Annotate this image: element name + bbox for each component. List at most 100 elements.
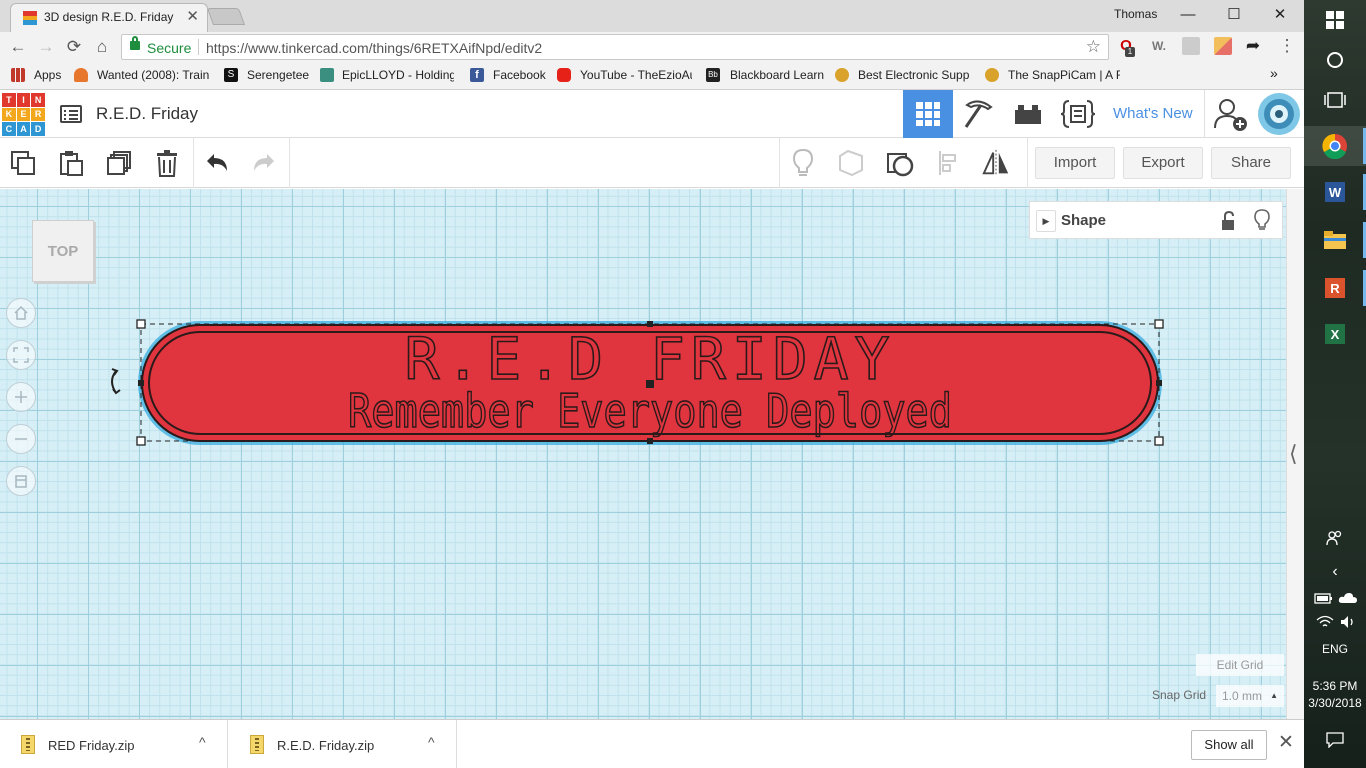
export-button[interactable]: Export [1123,147,1203,179]
copy-button[interactable] [8,148,38,178]
show-all-button[interactable] [788,148,818,178]
apps-grid-icon [11,68,25,82]
ortho-view-button[interactable] [6,466,36,496]
tinkercad-logo[interactable]: T I N K E R C A D [2,93,45,136]
download-menu-button[interactable]: ^ [199,734,206,750]
resize-handle[interactable] [136,319,146,329]
bookmark-facebook[interactable]: Facebook [493,68,546,82]
group-button[interactable] [836,148,866,178]
url-text[interactable]: https://www.tinkercad.com/things/6RETXAi… [206,40,542,56]
tray-network-volume[interactable] [1310,612,1360,632]
share-button[interactable]: Share [1211,147,1291,179]
align-button[interactable] [935,148,965,178]
resize-handle[interactable] [136,436,146,446]
snap-grid-select[interactable]: 1.0 mm ▲ [1216,685,1284,707]
action-center-button[interactable] [1304,720,1366,760]
design-title[interactable]: R.E.D. Friday [96,104,198,124]
zoom-in-button[interactable] [6,382,36,412]
expand-shape-panel-button[interactable]: ▶ [1036,210,1056,232]
delete-button[interactable] [152,148,182,178]
bookmark-serengetee[interactable]: Serengetee [247,68,309,82]
forward-icon[interactable]: → [35,36,57,58]
bookmark-electronic[interactable]: Best Electronic Suppli [858,68,970,82]
bookmark-youtube[interactable]: YouTube - TheEzioAu [580,68,692,82]
input-language[interactable]: ENG [1304,640,1366,658]
taskbar-word[interactable]: W [1304,172,1366,212]
show-hidden-icons-button[interactable]: ‹ [1304,552,1366,592]
bricks-view-button[interactable] [1003,90,1053,138]
rotate-handle-icon[interactable] [111,368,121,395]
paste-button[interactable] [56,148,86,178]
import-button[interactable]: Import [1035,147,1115,179]
omnibox[interactable]: Secure https://www.tinkercad.com/things/… [121,34,1109,60]
taskbar-file-explorer[interactable] [1304,220,1366,260]
view-cube[interactable]: TOP [32,220,94,282]
clock-date[interactable]: 3/30/2018 [1304,696,1366,712]
workplane[interactable]: TOP R.E.D FRIDAY Remember Everyone Deplo… [0,189,1286,719]
taskbar-chrome[interactable] [1304,126,1366,166]
tray-battery-onedrive[interactable] [1310,588,1360,608]
bookmarks-overflow-button[interactable]: » [1270,65,1278,81]
zoom-out-button[interactable] [6,424,36,454]
visibility-lightbulb-icon[interactable] [1253,209,1271,231]
pdf-extension-icon[interactable] [1182,37,1200,55]
chrome-menu-icon[interactable]: ⋮ [1278,37,1296,55]
ungroup-button[interactable] [885,148,915,178]
download-menu-button[interactable]: ^ [428,734,435,750]
resize-handle[interactable] [1156,380,1162,386]
taskbar-roblox[interactable]: R [1304,268,1366,308]
close-window-button[interactable]: ✕ [1257,2,1303,28]
reload-icon[interactable]: ⟳ [63,36,85,58]
browser-tab-active[interactable]: 3D design R.E.D. Friday | T ✕ [10,3,208,32]
user-avatar[interactable] [1254,90,1304,138]
start-button[interactable] [1304,0,1366,40]
whats-new-link[interactable]: What's New [1113,105,1193,122]
taskbar-excel[interactable]: X [1304,314,1366,354]
new-tab-button[interactable] [206,8,246,25]
tab-close-button[interactable]: ✕ [186,7,199,25]
duplicate-button[interactable] [104,148,134,178]
home-icon[interactable]: ⌂ [91,36,113,58]
resize-handle[interactable] [647,438,653,444]
resize-handle[interactable] [138,380,144,386]
blocks-view-button[interactable] [953,90,1003,138]
bookmark-wanted[interactable]: Wanted (2008): Traini [97,68,209,82]
task-view-button[interactable] [1304,80,1366,120]
invite-user-button[interactable] [1206,90,1256,138]
codeblocks-view-button[interactable] [1053,90,1103,138]
edit-grid-button[interactable]: Edit Grid [1196,654,1284,676]
bookmark-snappicam[interactable]: The SnapPiCam | A R [1008,68,1120,82]
profile-name[interactable]: Thomas [1114,7,1157,21]
bookmark-apps[interactable]: Apps [34,68,61,82]
grid-extension-icon[interactable] [1214,37,1232,55]
home-view-button[interactable] [6,298,36,328]
bookmark-epiclloyd[interactable]: EpicLLOYD - Holding [342,68,454,82]
bookmark-star-icon[interactable]: ☆ [1086,37,1101,57]
undo-button[interactable] [202,148,232,178]
close-downloads-button[interactable]: ✕ [1278,731,1294,754]
fit-view-button[interactable] [6,340,36,370]
resize-handle[interactable] [647,321,653,327]
design-list-icon[interactable] [60,105,82,123]
redo-button[interactable] [249,148,279,178]
design-object[interactable]: R.E.D FRIDAY Remember Everyone Deployed [100,309,1180,459]
share-arrow-icon[interactable]: ➦ [1244,37,1262,55]
maximize-button[interactable]: ☐ [1211,2,1257,28]
lock-toggle-icon[interactable] [1220,211,1236,231]
back-icon[interactable]: ← [7,36,29,58]
bookmark-blackboard[interactable]: Blackboard Learn [730,68,824,82]
download-item[interactable]: R.E.D. Friday.zip ^ [229,720,457,768]
chevron-left-icon[interactable]: ⟨ [1289,441,1298,467]
clock-time[interactable]: 5:36 PM [1304,679,1366,695]
download-item[interactable]: RED Friday.zip ^ [0,720,228,768]
minimize-button[interactable]: — [1165,2,1211,28]
height-handle[interactable] [646,380,654,388]
show-all-downloads-button[interactable]: Show all [1191,730,1267,760]
mirror-button[interactable] [981,148,1011,178]
cortana-button[interactable] [1304,40,1366,80]
w-extension-icon[interactable]: W. [1150,37,1168,55]
resize-handle[interactable] [1154,436,1164,446]
resize-handle[interactable] [1154,319,1164,329]
shapes-panel-toggle[interactable]: ⟨ [1286,189,1304,719]
3d-design-view-button[interactable] [903,90,953,138]
